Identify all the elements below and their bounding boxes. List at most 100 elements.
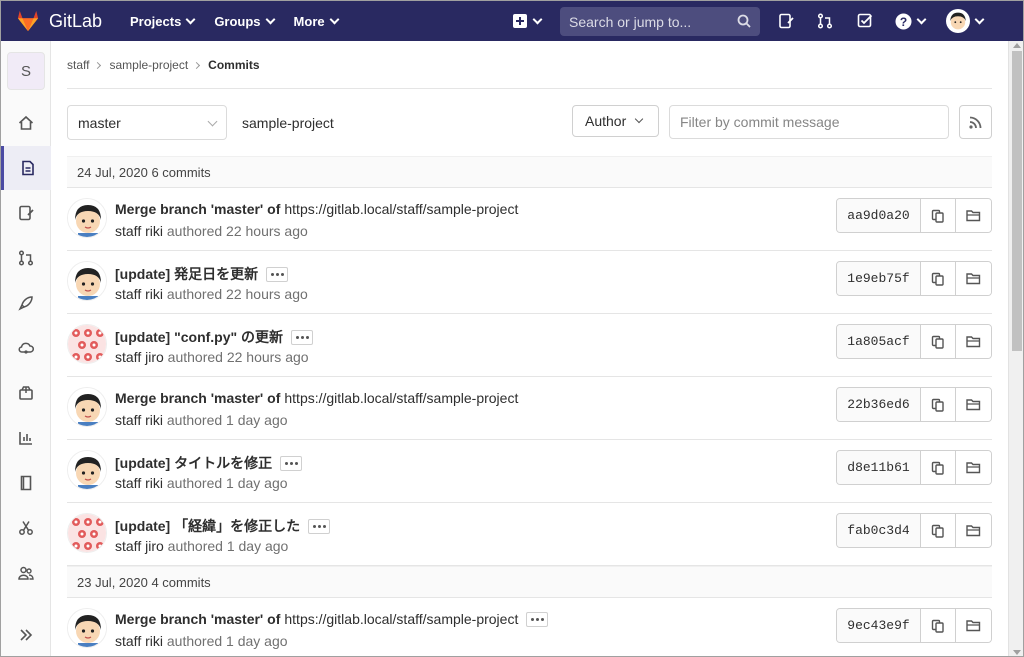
commit-author-name[interactable]: staff riki (115, 475, 163, 491)
browse-files-button[interactable] (956, 451, 991, 484)
toggle-description-button[interactable] (266, 266, 289, 282)
commit-author-name[interactable]: staff riki (115, 412, 163, 428)
commit-author-avatar[interactable] (67, 608, 107, 648)
commit-time: 1 day ago (226, 412, 288, 428)
sidebar-item-issues[interactable] (1, 191, 51, 235)
commit-title-url[interactable]: https://gitlab.local/staff/sample-projec… (284, 201, 518, 217)
commit-sha-button[interactable]: 9ec43e9f (837, 609, 921, 642)
commit-author-avatar[interactable] (67, 387, 107, 427)
dot-icon (295, 335, 299, 339)
help-dropdown-button[interactable]: ? (891, 1, 929, 41)
scroll-up-arrow-icon[interactable] (1013, 43, 1021, 48)
browse-files-button[interactable] (956, 388, 991, 421)
scroll-down-arrow-icon[interactable] (1013, 650, 1021, 655)
commit-author-name[interactable]: staff riki (115, 223, 163, 239)
sidebar-item-project-overview[interactable] (1, 101, 51, 145)
dot-icon (289, 461, 293, 465)
browse-files-button[interactable] (956, 199, 991, 232)
sidebar-item-ci-cd[interactable] (1, 281, 51, 325)
user-menu-button[interactable] (943, 1, 985, 41)
commit-sha-button[interactable]: 1a805acf (837, 325, 921, 358)
commit-author-avatar[interactable] (67, 198, 107, 238)
chart-icon (19, 432, 32, 445)
commit-author-avatar[interactable] (67, 513, 107, 553)
toggle-description-button[interactable] (280, 455, 303, 471)
commit-filter-input[interactable] (669, 105, 949, 139)
commit-title-link[interactable]: Merge branch 'master' of (115, 390, 280, 406)
commit-sha-button[interactable]: 1e9eb75f (837, 262, 921, 295)
commit-author-name[interactable]: staff riki (115, 633, 163, 649)
sidebar-item-packages[interactable] (1, 371, 51, 415)
project-path[interactable]: sample-project (242, 115, 334, 131)
commit-sha-button[interactable]: d8e11b61 (837, 451, 921, 484)
user-avatar (945, 9, 970, 33)
branch-select[interactable]: master (67, 105, 227, 140)
dot-icon (317, 524, 321, 528)
commit-sha-button[interactable]: 22b36ed6 (837, 388, 921, 421)
commit-author-name[interactable]: staff jiro (115, 538, 164, 554)
breadcrumb-current[interactable]: Commits (208, 58, 259, 72)
sidebar-item-repository[interactable] (1, 146, 51, 190)
page-scrollbar[interactable] (1008, 41, 1023, 656)
commit-title-url[interactable]: https://gitlab.local/staff/sample-projec… (284, 390, 518, 406)
copy-sha-button[interactable] (921, 262, 956, 295)
browse-files-button[interactable] (956, 609, 991, 642)
day-header: 23 Jul, 2020 4 commits (67, 566, 992, 598)
toggle-description-button[interactable] (308, 518, 331, 534)
sidebar-collapse-button[interactable] (1, 613, 51, 656)
commit-author-name[interactable]: staff riki (115, 286, 163, 302)
nav-projects[interactable]: Projects (122, 1, 202, 41)
sidebar-item-snippets[interactable] (1, 506, 51, 550)
nav-more[interactable]: More (286, 1, 346, 41)
commit-row: [update] タイトルを修正 staff riki authored 1 da… (67, 440, 992, 503)
dot-icon (294, 461, 298, 465)
commit-title-link[interactable]: [update] "conf.py" の更新 (115, 327, 283, 347)
commit-title-link[interactable]: Merge branch 'master' of (115, 201, 280, 217)
project-avatar[interactable]: S (7, 52, 45, 90)
sidebar-item-wiki[interactable] (1, 461, 51, 505)
chevron-down-icon (207, 116, 218, 127)
commit-author-avatar[interactable] (67, 324, 107, 364)
commit-author-avatar[interactable] (67, 261, 107, 301)
browse-files-button[interactable] (956, 514, 991, 547)
sidebar-item-operations[interactable] (1, 326, 51, 370)
search-input[interactable]: Search or jump to... (560, 7, 760, 36)
commit-title-link[interactable]: [update] 「経緯」を修正した (115, 516, 300, 536)
commit-author-name[interactable]: staff jiro (115, 349, 164, 365)
gitlab-home-link[interactable]: GitLab (15, 10, 115, 32)
nav-projects-label: Projects (130, 13, 182, 29)
rss-feed-button[interactable] (959, 105, 992, 139)
copy-sha-button[interactable] (921, 514, 956, 547)
top-navbar: GitLab Projects Groups More Search or ju… (1, 1, 1023, 41)
issues-nav-button[interactable] (774, 1, 798, 41)
commit-title-link[interactable]: [update] タイトルを修正 (115, 453, 272, 473)
dot-icon (322, 524, 326, 528)
copy-sha-button[interactable] (921, 609, 956, 642)
toggle-description-button[interactable] (291, 329, 314, 345)
commit-title-link[interactable]: [update] 発足日を更新 (115, 264, 258, 284)
copy-sha-button[interactable] (921, 325, 956, 358)
copy-sha-button[interactable] (921, 451, 956, 484)
sidebar-item-analytics[interactable] (1, 416, 51, 460)
copy-sha-button[interactable] (921, 199, 956, 232)
browse-files-button[interactable] (956, 262, 991, 295)
commit-title-link[interactable]: Merge branch 'master' of (115, 611, 280, 627)
todos-nav-button[interactable] (853, 1, 877, 41)
commit-sha-button[interactable]: fab0c3d4 (837, 514, 921, 547)
author-dropdown-button[interactable]: Author (572, 105, 659, 137)
scrollbar-thumb[interactable] (1012, 51, 1022, 351)
new-dropdown-button[interactable] (509, 1, 545, 41)
breadcrumb-staff[interactable]: staff (67, 58, 89, 72)
breadcrumb-project[interactable]: sample-project (109, 58, 188, 72)
browse-files-button[interactable] (956, 325, 991, 358)
sidebar-item-members[interactable] (1, 551, 51, 595)
commit-title-line: Merge branch 'master' of https://gitlab.l… (115, 201, 518, 217)
copy-sha-button[interactable] (921, 388, 956, 421)
commit-sha-button[interactable]: aa9d0a20 (837, 199, 921, 232)
commit-title-url[interactable]: https://gitlab.local/staff/sample-projec… (284, 611, 518, 627)
merge-requests-nav-button[interactable] (813, 1, 837, 41)
toggle-description-button[interactable] (526, 611, 549, 627)
nav-groups[interactable]: Groups (206, 1, 281, 41)
sidebar-item-merge-requests[interactable] (1, 236, 51, 280)
commit-author-avatar[interactable] (67, 450, 107, 490)
